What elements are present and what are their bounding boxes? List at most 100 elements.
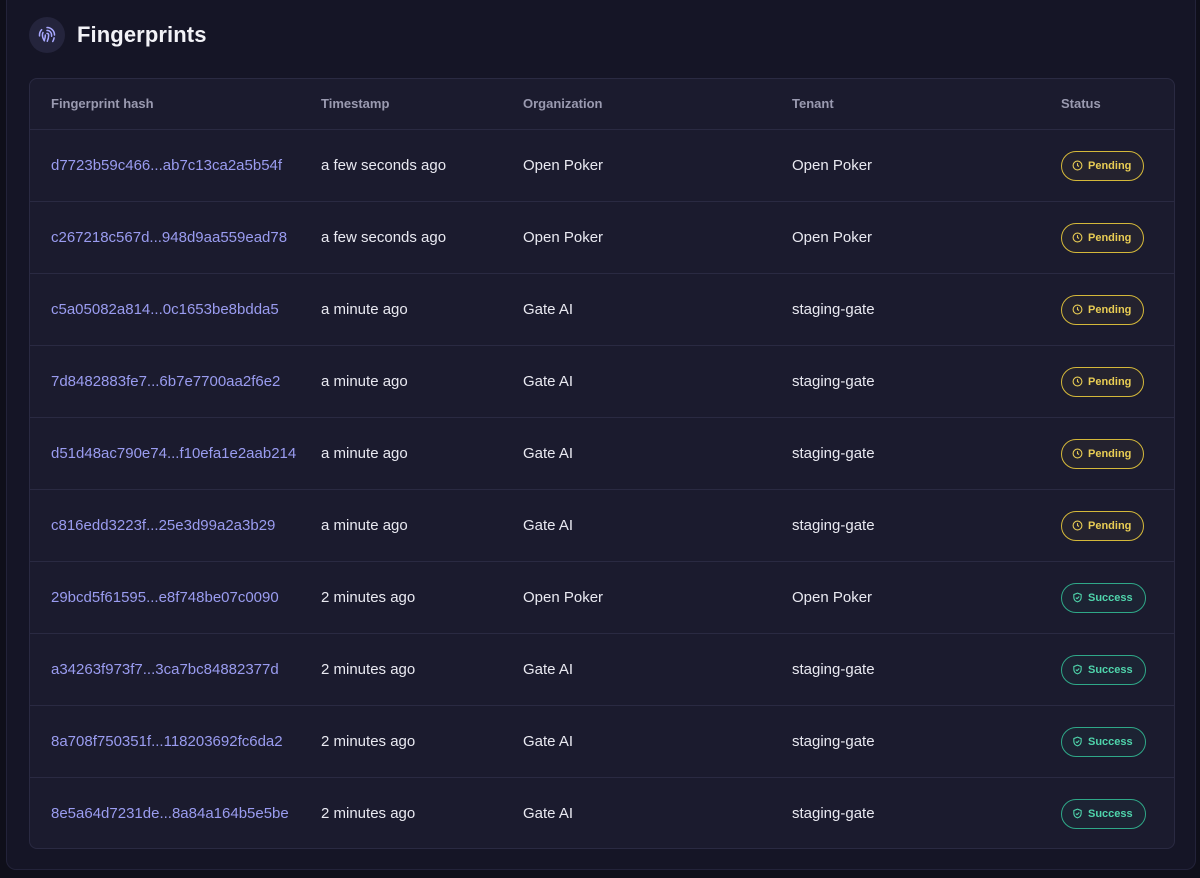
status-cell: Success xyxy=(1061,562,1146,633)
page-header: Fingerprints xyxy=(29,16,207,54)
table-row[interactable]: 8a708f750351f...118203692fc6da2 2 minute… xyxy=(30,706,1174,778)
fingerprint-icon xyxy=(29,17,65,53)
timestamp-cell: a minute ago xyxy=(321,301,408,318)
status-badge-label: Success xyxy=(1088,663,1133,676)
organization-cell: Gate AI xyxy=(523,373,574,390)
organization-cell: Gate AI xyxy=(523,301,574,318)
shield-check-icon xyxy=(1073,808,1082,819)
clock-icon xyxy=(1072,376,1083,387)
column-header-hash[interactable]: Fingerprint hash xyxy=(51,79,154,129)
page-title: Fingerprints xyxy=(77,22,207,47)
table-row[interactable]: c267218c567d...948d9aa559ead78 a few sec… xyxy=(30,202,1174,274)
column-header-organization[interactable]: Organization xyxy=(523,79,602,129)
column-header-status[interactable]: Status xyxy=(1061,79,1101,129)
fingerprint-hash-link[interactable]: d7723b59c466...ab7c13ca2a5b54f xyxy=(51,130,282,201)
tenant-cell: Open Poker xyxy=(792,157,873,174)
fingerprint-hash-link[interactable]: c267218c567d...948d9aa559ead78 xyxy=(51,202,287,273)
table-row[interactable]: 8e5a64d7231de...8a84a164b5e5be 2 minutes… xyxy=(30,778,1174,848)
status-badge: Success xyxy=(1061,726,1146,757)
table-row[interactable]: 7d8482883fe7...6b7e7700aa2f6e2 a minute … xyxy=(30,346,1174,418)
timestamp-cell: a minute ago xyxy=(321,373,408,390)
fingerprint-hash-link[interactable]: c816edd3223f...25e3d99a2a3b29 xyxy=(51,490,275,561)
table-header: Fingerprint hash Timestamp Organization … xyxy=(30,79,1174,130)
status-badge: Success xyxy=(1061,654,1146,685)
fingerprint-hash-link[interactable]: a34263f973f7...3ca7bc84882377d xyxy=(51,634,279,705)
status-badge: Pending xyxy=(1061,510,1145,541)
tenant-cell: staging-gate xyxy=(792,661,875,678)
organization-cell: Open Poker xyxy=(523,157,604,174)
shield-check-icon xyxy=(1073,664,1082,675)
clock-icon xyxy=(1072,160,1083,171)
fingerprint-hash-link[interactable]: d51d48ac790e74...f10efa1e2aab214 xyxy=(51,418,296,489)
organization-cell: Gate AI xyxy=(523,517,574,534)
timestamp-cell: 2 minutes ago xyxy=(321,733,416,750)
fingerprints-panel: Fingerprints Fingerprint hash Timestamp … xyxy=(6,0,1196,870)
status-badge-label: Pending xyxy=(1088,303,1132,316)
organization-cell: Open Poker xyxy=(523,589,604,606)
tenant-cell: staging-gate xyxy=(792,445,875,462)
organization-cell: Gate AI xyxy=(523,733,574,750)
table-row[interactable]: d7723b59c466...ab7c13ca2a5b54f a few sec… xyxy=(30,130,1174,202)
status-cell: Pending xyxy=(1061,346,1145,417)
organization-cell: Open Poker xyxy=(523,229,604,246)
table-row[interactable]: a34263f973f7...3ca7bc84882377d 2 minutes… xyxy=(30,634,1174,706)
timestamp-cell: 2 minutes ago xyxy=(321,805,416,822)
fingerprint-hash-link[interactable]: c5a05082a814...0c1653be8bdda5 xyxy=(51,274,279,345)
timestamp-cell: a few seconds ago xyxy=(321,157,447,174)
tenant-cell: staging-gate xyxy=(792,301,875,318)
column-header-timestamp[interactable]: Timestamp xyxy=(321,79,389,129)
tenant-cell: staging-gate xyxy=(792,805,875,822)
organization-cell: Gate AI xyxy=(523,805,574,822)
status-badge-label: Pending xyxy=(1088,231,1132,244)
organization-cell: Gate AI xyxy=(523,445,574,462)
clock-icon xyxy=(1072,232,1083,243)
status-cell: Success xyxy=(1061,706,1146,777)
clock-icon xyxy=(1072,520,1083,531)
status-badge-label: Pending xyxy=(1088,447,1132,460)
fingerprint-hash-link[interactable]: 7d8482883fe7...6b7e7700aa2f6e2 xyxy=(51,346,280,417)
status-badge: Pending xyxy=(1061,222,1145,253)
status-badge: Pending xyxy=(1061,366,1145,397)
fingerprint-hash-link[interactable]: 8e5a64d7231de...8a84a164b5e5be xyxy=(51,778,289,848)
status-badge: Success xyxy=(1061,798,1146,829)
fingerprints-table: Fingerprint hash Timestamp Organization … xyxy=(29,78,1175,849)
status-badge-label: Success xyxy=(1088,591,1133,604)
timestamp-cell: a minute ago xyxy=(321,517,408,534)
table-row[interactable]: c816edd3223f...25e3d99a2a3b29 a minute a… xyxy=(30,490,1174,562)
shield-check-icon xyxy=(1073,592,1082,603)
table-row[interactable]: d51d48ac790e74...f10efa1e2aab214 a minut… xyxy=(30,418,1174,490)
status-badge: Pending xyxy=(1061,294,1145,325)
table-row[interactable]: 29bcd5f61595...e8f748be07c0090 2 minutes… xyxy=(30,562,1174,634)
status-badge-label: Success xyxy=(1088,735,1133,748)
tenant-cell: staging-gate xyxy=(792,517,875,534)
timestamp-cell: a minute ago xyxy=(321,445,408,462)
tenant-cell: Open Poker xyxy=(792,229,873,246)
status-cell: Pending xyxy=(1061,202,1145,273)
status-badge-label: Pending xyxy=(1088,375,1132,388)
status-cell: Success xyxy=(1061,778,1146,848)
status-cell: Pending xyxy=(1061,490,1145,561)
shield-check-icon xyxy=(1073,736,1082,747)
status-badge-label: Pending xyxy=(1088,159,1132,172)
fingerprint-hash-link[interactable]: 29bcd5f61595...e8f748be07c0090 xyxy=(51,562,279,633)
timestamp-cell: a few seconds ago xyxy=(321,229,447,246)
timestamp-cell: 2 minutes ago xyxy=(321,661,416,678)
tenant-cell: Open Poker xyxy=(792,589,873,606)
clock-icon xyxy=(1072,448,1083,459)
timestamp-cell: 2 minutes ago xyxy=(321,589,416,606)
clock-icon xyxy=(1072,304,1083,315)
status-badge-label: Pending xyxy=(1088,519,1132,532)
status-cell: Pending xyxy=(1061,418,1145,489)
organization-cell: Gate AI xyxy=(523,661,574,678)
status-cell: Pending xyxy=(1061,130,1145,201)
status-badge: Pending xyxy=(1061,438,1145,469)
status-badge: Success xyxy=(1061,582,1146,613)
fingerprint-hash-link[interactable]: 8a708f750351f...118203692fc6da2 xyxy=(51,706,283,777)
tenant-cell: staging-gate xyxy=(792,733,875,750)
status-badge-label: Success xyxy=(1088,807,1133,820)
column-header-tenant[interactable]: Tenant xyxy=(792,79,834,129)
status-cell: Success xyxy=(1061,634,1146,705)
table-row[interactable]: c5a05082a814...0c1653be8bdda5 a minute a… xyxy=(30,274,1174,346)
status-badge: Pending xyxy=(1061,150,1145,181)
tenant-cell: staging-gate xyxy=(792,373,875,390)
